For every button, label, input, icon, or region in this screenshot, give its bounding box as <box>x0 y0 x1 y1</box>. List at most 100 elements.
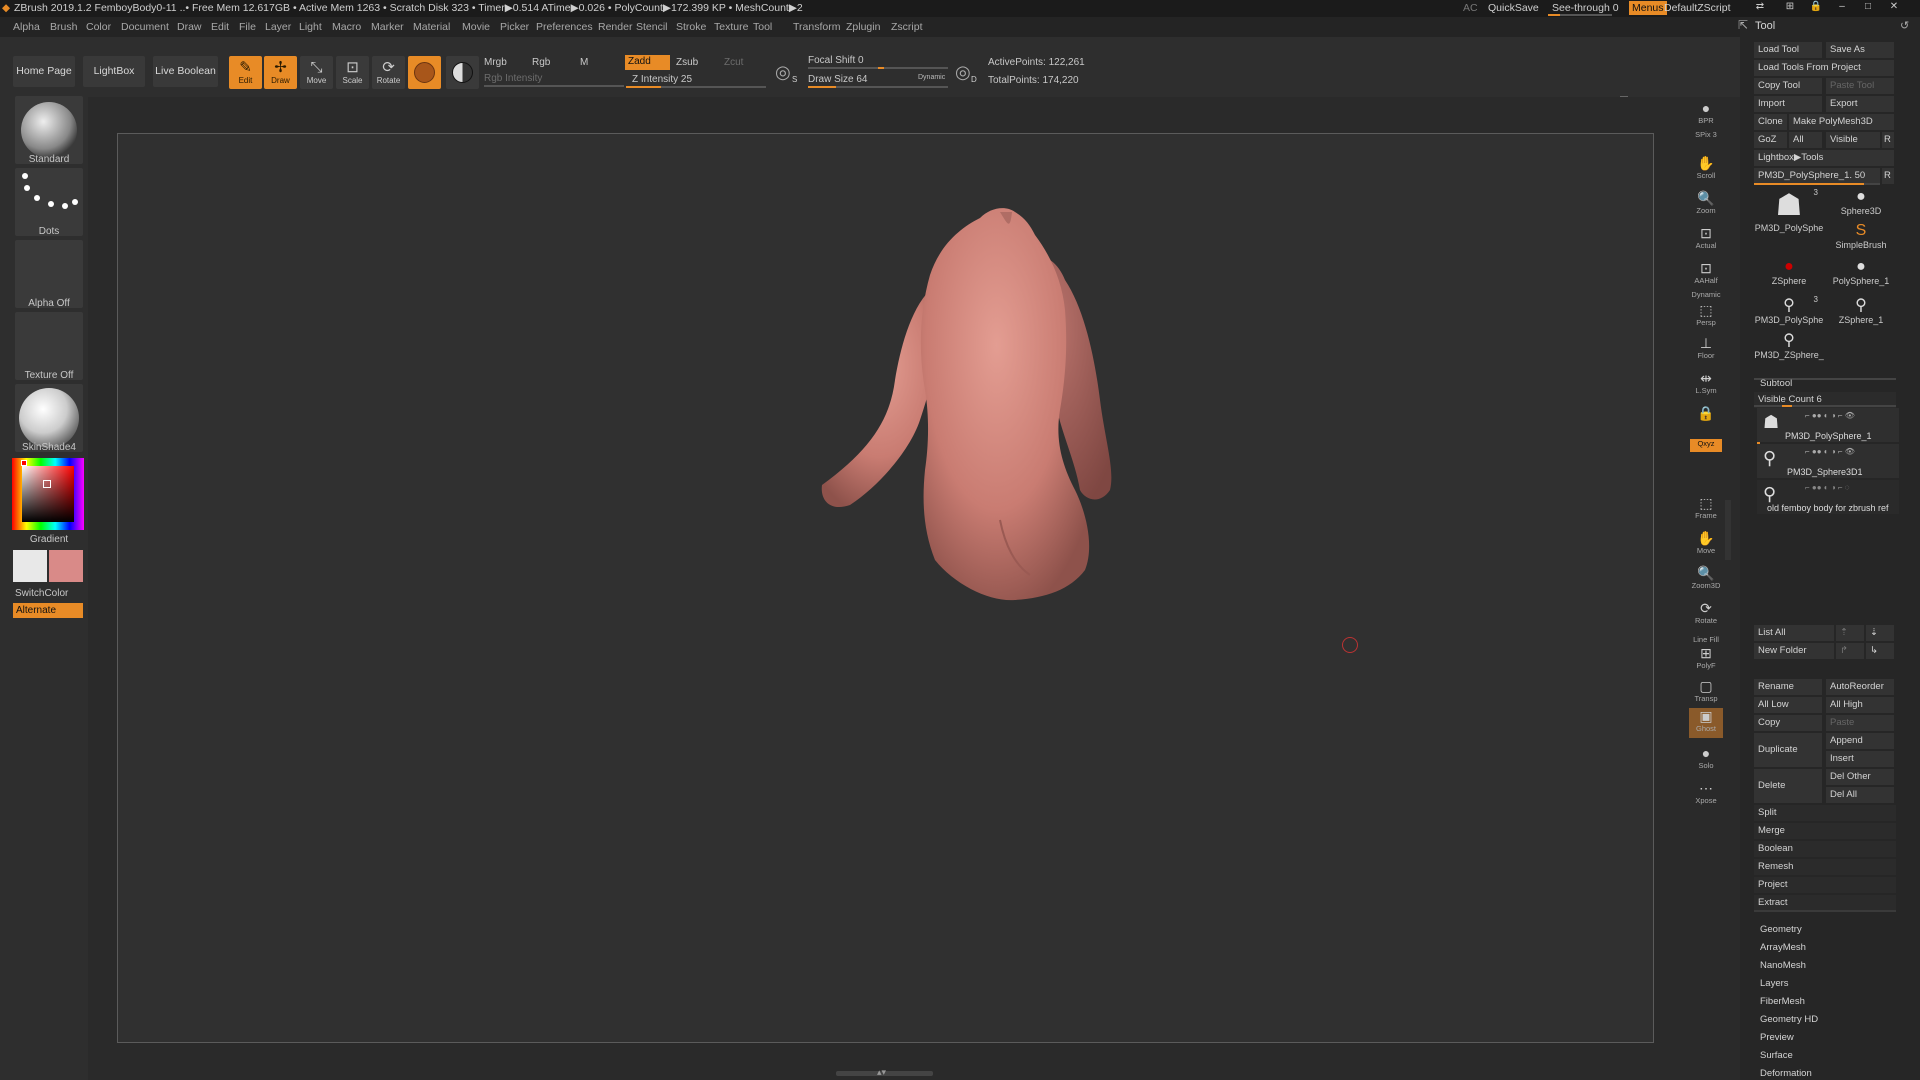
boolean-section[interactable]: Boolean <box>1754 841 1896 857</box>
scroll-button[interactable]: ✋ Scroll <box>1689 155 1723 185</box>
copy-button[interactable]: Copy <box>1754 715 1822 731</box>
load-tools-from-project-button[interactable]: Load Tools From Project <box>1754 60 1894 76</box>
import-button[interactable]: Import <box>1754 96 1822 112</box>
current-tool-r-button[interactable]: R <box>1882 168 1894 184</box>
project-section[interactable]: Project <box>1754 877 1896 893</box>
make-polymesh3d-button[interactable]: Make PolyMesh3D <box>1789 114 1894 130</box>
folder-up-icon[interactable]: ↱ <box>1836 643 1864 659</box>
subtool-row-1[interactable]: ☗ ⌐ ●● ◐ ◑ ⌐ 👁 PM3D_PolySphere_1 <box>1757 408 1899 442</box>
delete-button[interactable]: Delete <box>1754 769 1822 803</box>
live-boolean-button[interactable]: Live Boolean <box>153 56 218 87</box>
rotate-button[interactable]: ⟳ Rotate <box>1689 600 1723 630</box>
tool-tile-simplebrush[interactable]: S SimpleBrush <box>1826 222 1896 250</box>
preview-section[interactable]: Preview <box>1760 1032 1794 1043</box>
home-page-button[interactable]: Home Page <box>13 56 75 87</box>
menu-document[interactable]: Document <box>121 21 169 33</box>
lightbox-button[interactable]: LightBox <box>83 56 145 87</box>
goz-button[interactable]: GoZ <box>1754 132 1787 148</box>
torso-model[interactable] <box>800 200 1180 620</box>
actual-button[interactable]: ⊡ Actual <box>1689 225 1723 255</box>
maximize-icon[interactable]: □ <box>1860 1 1876 15</box>
zoom3d-button[interactable]: 🔍 Zoom3D <box>1689 565 1723 595</box>
tool-tile-zsphere[interactable]: ● ZSphere <box>1754 258 1824 286</box>
menu-preferences[interactable]: Preferences <box>536 21 593 33</box>
rgb-button[interactable]: Rgb <box>532 57 550 68</box>
subtool-toggles-icon[interactable]: ⌐ ●● ◐ ◑ ⌐ 👁 <box>1805 447 1855 456</box>
subtool-toggles-icon[interactable]: ⌐ ●● ◐ ◑ ⌐ 👁 <box>1805 411 1855 420</box>
goz-all-button[interactable]: All <box>1789 132 1822 148</box>
lock-button[interactable]: 🔒 <box>1689 405 1723 435</box>
palette-refresh-icon[interactable]: ↺ <box>1900 19 1909 32</box>
save-as-button[interactable]: Save As <box>1826 42 1894 58</box>
surface-section[interactable]: Surface <box>1760 1050 1793 1061</box>
all-high-button[interactable]: All High <box>1826 697 1894 713</box>
move-tool-button[interactable]: ⤡ Move <box>300 56 333 89</box>
bpr-button[interactable]: ● BPR <box>1689 100 1723 130</box>
split-section[interactable]: Split <box>1754 805 1896 821</box>
draw-size-slider[interactable]: Draw Size 64 <box>808 74 867 85</box>
paste-button[interactable]: Paste <box>1826 715 1894 731</box>
m-button[interactable]: M <box>580 57 588 68</box>
dynamic-toggle[interactable]: Dynamic <box>918 74 945 81</box>
rename-button[interactable]: Rename <box>1754 679 1822 695</box>
subtool-toggles-icon[interactable]: ⌐ ●● ◐ ◑ ⌐ ◌ <box>1805 483 1850 492</box>
scale-tool-button[interactable]: ⊡ Scale <box>336 56 369 89</box>
menu-stroke[interactable]: Stroke <box>676 21 706 33</box>
lock-icon[interactable]: 🔒 <box>1808 1 1824 15</box>
append-button[interactable]: Append <box>1826 733 1894 749</box>
floor-button[interactable]: ⊥ Floor <box>1689 335 1723 365</box>
insert-button[interactable]: Insert <box>1826 751 1894 767</box>
main-color-swatch[interactable] <box>13 550 47 582</box>
xyz-button[interactable]: Qxyz <box>1690 439 1722 452</box>
tool-tile-pm3d-polysphere[interactable]: ☗ PM3D_PolySphe 3 <box>1754 188 1824 233</box>
frame-button[interactable]: ⬚ Frame <box>1689 495 1723 525</box>
right-shelf-scroll[interactable] <box>1725 500 1731 560</box>
mrgb-button[interactable]: Mrgb <box>484 57 507 68</box>
menu-movie[interactable]: Movie <box>462 21 490 33</box>
z-intensity-slider[interactable]: Z Intensity 25 <box>632 74 692 85</box>
subtool-row-3[interactable]: ⚲ ⌐ ●● ◐ ◑ ⌐ ◌ old femboy body for zbrus… <box>1757 480 1899 514</box>
move-up-arrow-icon[interactable]: ⇡ <box>1836 625 1864 641</box>
menu-light[interactable]: Light <box>299 21 322 33</box>
menu-transform[interactable]: Transform <box>793 21 840 33</box>
rgb-intensity-slider[interactable]: Rgb Intensity <box>484 73 542 84</box>
xpose-button[interactable]: ⋯ Xpose <box>1689 780 1723 810</box>
load-tool-button[interactable]: Load Tool <box>1754 42 1822 58</box>
lsym-button[interactable]: ⇹ L.Sym <box>1689 370 1723 400</box>
menu-marker[interactable]: Marker <box>371 21 404 33</box>
arraymesh-section[interactable]: ArrayMesh <box>1760 942 1806 953</box>
menu-zplugin[interactable]: Zplugin <box>846 21 880 33</box>
del-all-button[interactable]: Del All <box>1826 787 1894 803</box>
autoreorder-button[interactable]: AutoReorder <box>1826 679 1894 695</box>
transp-button[interactable]: ▢ Transp <box>1689 678 1723 708</box>
paste-tool-button[interactable]: Paste Tool <box>1826 78 1894 94</box>
color-picker[interactable] <box>12 458 84 530</box>
remesh-section[interactable]: Remesh <box>1754 859 1896 875</box>
deformation-section[interactable]: Deformation <box>1760 1068 1812 1079</box>
focal-shift-slider[interactable]: Focal Shift 0 <box>808 55 864 66</box>
copy-tool-button[interactable]: Copy Tool <box>1754 78 1822 94</box>
menu-material[interactable]: Material <box>413 21 450 33</box>
folder-down-icon[interactable]: ↳ <box>1866 643 1894 659</box>
draw-tool-button[interactable]: ✢ Draw <box>264 56 297 89</box>
tool-tile-zsphere-1[interactable]: ⚲ ZSphere_1 <box>1826 295 1896 325</box>
list-all-button[interactable]: List All <box>1754 625 1834 641</box>
nanomesh-section[interactable]: NanoMesh <box>1760 960 1806 971</box>
zsub-button[interactable]: Zsub <box>676 57 698 68</box>
color-picker-square[interactable] <box>22 466 74 522</box>
subtool-row-2[interactable]: ⚲ ⌐ ●● ◐ ◑ ⌐ 👁 PM3D_Sphere3D1 <box>1757 444 1899 478</box>
extract-section[interactable]: Extract <box>1754 895 1896 911</box>
menu-color[interactable]: Color <box>86 21 111 33</box>
geometry-hd-section[interactable]: Geometry HD <box>1760 1014 1818 1025</box>
fibermesh-section[interactable]: FiberMesh <box>1760 996 1805 1007</box>
lightbox-tools-button[interactable]: Lightbox▶Tools <box>1754 150 1894 166</box>
collapse-arrows-icon[interactable]: ▴▾ <box>877 1067 886 1078</box>
menu-alpha[interactable]: Alpha <box>13 21 40 33</box>
edit-tool-button[interactable]: ✎ Edit <box>229 56 262 89</box>
goz-r-button[interactable]: R <box>1882 132 1894 148</box>
swap-icon[interactable]: ⇄ <box>1752 1 1768 15</box>
sphere-brush-button[interactable] <box>408 56 441 89</box>
tool-tile-sphere3d[interactable]: ● Sphere3D <box>1826 188 1896 216</box>
menu-draw[interactable]: Draw <box>177 21 202 33</box>
default-zscript-button[interactable]: DefaultZScript <box>1664 2 1731 14</box>
